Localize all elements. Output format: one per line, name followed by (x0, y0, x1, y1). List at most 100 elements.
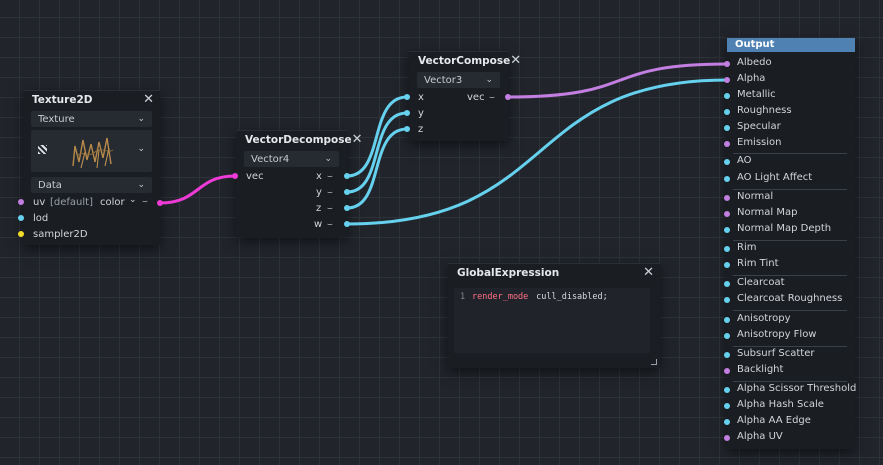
x-input-label: x (418, 92, 424, 103)
output-input-port[interactable] (724, 61, 730, 67)
output-input-port[interactable] (724, 317, 730, 323)
color-output-port[interactable] (157, 200, 163, 206)
output-port-label: Metallic (737, 89, 776, 100)
node-title: Texture2D (32, 93, 93, 106)
output-input-port[interactable] (724, 159, 730, 165)
output-input-port[interactable] (724, 141, 730, 147)
wire-decompose-y-to-compose-y (346, 111, 408, 194)
output-input-port[interactable] (724, 403, 730, 409)
section-divider (733, 275, 847, 276)
vector-type-dropdown[interactable]: Vector3 ⌄ (417, 72, 500, 88)
output-options-icon[interactable]: ⌣ (142, 197, 148, 207)
output-input-port[interactable] (724, 419, 730, 425)
output-options-icon[interactable]: ⌣ (327, 172, 333, 182)
output-port-label: Alpha (737, 73, 766, 84)
output-input-port[interactable] (724, 281, 730, 287)
close-icon[interactable]: ✕ (510, 54, 521, 67)
output-input-port[interactable] (724, 93, 730, 99)
wire-texture-color-to-decompose-vec (159, 174, 236, 205)
output-node[interactable]: Output Albedo Alpha Metallic Roughness Specu… (727, 38, 856, 449)
texture-preview-picker[interactable]: ⌄ (31, 130, 152, 172)
wire-decompose-w-to-output-alpha (346, 78, 728, 226)
output-input-port[interactable] (724, 435, 730, 441)
close-icon[interactable]: ✕ (643, 266, 654, 279)
lod-input-port[interactable] (18, 215, 24, 221)
node-header[interactable]: Texture2D ✕ (23, 91, 160, 108)
output-port-label: Clearcoat (737, 277, 785, 288)
output-input-port[interactable] (724, 211, 730, 217)
vector-decompose-node[interactable]: VectorDecompose ✕ Vector4 ⌄ vec x ⌣ y ⌣ … (236, 130, 363, 237)
output-options-icon[interactable]: ⌣ (327, 188, 333, 198)
node-title: GlobalExpression (457, 266, 560, 279)
vector-compose-node[interactable]: VectorCompose ✕ Vector3 ⌄ x vec ⌣ y z (409, 51, 521, 141)
z-input-port[interactable] (404, 126, 410, 132)
output-port-label: Subsurf Scatter (737, 348, 815, 359)
output-input-port[interactable] (724, 176, 730, 182)
uv-default-value[interactable]: [default] (50, 197, 93, 208)
dropdown-value: Data (38, 179, 62, 191)
output-input-port[interactable] (724, 262, 730, 268)
close-icon[interactable]: ✕ (143, 93, 154, 106)
node-header[interactable]: VectorDecompose ✕ (236, 131, 363, 148)
node-header[interactable]: VectorCompose ✕ (409, 52, 521, 69)
texture2d-node[interactable]: Texture2D ✕ Texture ⌄ ⌄ Data ⌄ uv [defau… (23, 90, 160, 245)
output-port-label: Clearcoat Roughness (737, 293, 843, 304)
output-options-icon[interactable]: ⌣ (489, 93, 495, 103)
node-title: VectorDecompose (245, 133, 352, 146)
z-output-label: z (316, 203, 322, 214)
output-input-port[interactable] (724, 368, 730, 374)
vec-output-label: vec (467, 92, 485, 103)
chevron-down-icon[interactable]: ⌄ (129, 195, 137, 205)
output-port-label: Albedo (737, 57, 772, 68)
output-port-label: Backlight (737, 364, 784, 375)
output-options-icon[interactable]: ⌣ (327, 204, 333, 214)
texture-source-dropdown[interactable]: Texture ⌄ (31, 111, 152, 127)
vec-input-port[interactable] (232, 173, 238, 179)
output-input-port[interactable] (724, 246, 730, 252)
code-text: cull_disabled; (531, 292, 608, 302)
vec-output-port[interactable] (505, 94, 511, 100)
vector-type-dropdown[interactable]: Vector4 ⌄ (244, 151, 339, 167)
close-icon[interactable]: ✕ (352, 133, 363, 146)
output-input-port[interactable] (724, 109, 730, 115)
node-header[interactable]: GlobalExpression ✕ (448, 264, 660, 281)
output-input-port[interactable] (724, 227, 730, 233)
section-divider (733, 240, 847, 241)
dropdown-value: Texture (38, 113, 75, 125)
chevron-down-icon: ⌄ (485, 75, 493, 85)
resize-handle-icon[interactable] (651, 359, 657, 365)
output-port-label: Specular (737, 121, 781, 132)
output-port-label: Roughness (737, 105, 792, 116)
output-input-port[interactable] (724, 297, 730, 303)
line-number: 1 (460, 292, 466, 302)
lod-label: lod (33, 213, 49, 224)
output-input-port[interactable] (724, 333, 730, 339)
w-output-port[interactable] (344, 221, 350, 227)
vec-input-label: vec (246, 171, 264, 182)
z-output-port[interactable] (344, 205, 350, 211)
sampler-input-port[interactable] (18, 231, 24, 237)
output-input-port[interactable] (724, 125, 730, 131)
node-title: Output (735, 39, 775, 50)
output-options-icon[interactable]: ⌣ (327, 220, 333, 230)
dropdown-value: Vector4 (251, 153, 290, 165)
output-input-port[interactable] (724, 77, 730, 83)
y-input-port[interactable] (404, 110, 410, 116)
uv-input-port[interactable] (18, 199, 24, 205)
y-output-port[interactable] (344, 189, 350, 195)
global-expression-node[interactable]: GlobalExpression ✕ 1 render_mode cull_di… (448, 263, 660, 368)
output-header[interactable]: Output (727, 38, 855, 52)
code-editor[interactable]: 1 render_mode cull_disabled; (454, 288, 650, 353)
section-divider (733, 310, 847, 311)
output-input-port[interactable] (724, 387, 730, 393)
texture-type-dropdown[interactable]: Data ⌄ (31, 177, 152, 193)
section-divider (733, 346, 847, 347)
x-input-port[interactable] (404, 94, 410, 100)
dropdown-value: Vector3 (424, 74, 463, 86)
y-output-label: y (316, 187, 322, 198)
output-port-label: Alpha UV (737, 431, 783, 442)
output-input-port[interactable] (724, 195, 730, 201)
x-output-port[interactable] (344, 173, 350, 179)
output-input-port[interactable] (724, 352, 730, 358)
sampler-label: sampler2D (33, 229, 88, 240)
